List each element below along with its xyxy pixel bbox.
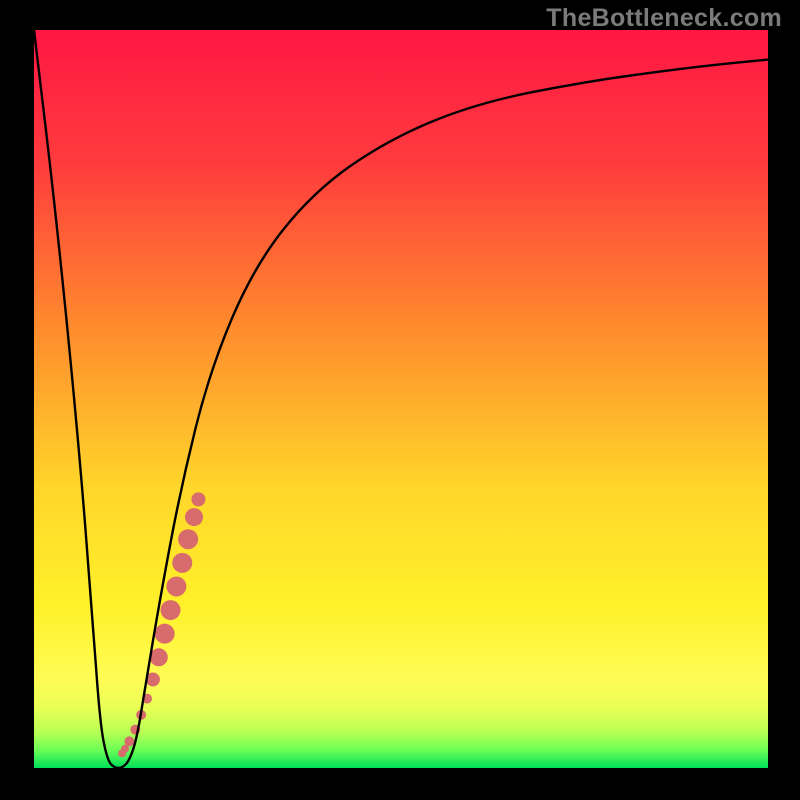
scatter-point (172, 553, 192, 573)
scatter-point (185, 508, 203, 526)
scatter-point (166, 576, 186, 596)
scatter-point (124, 736, 134, 746)
chart-canvas (0, 0, 800, 800)
watermark-text: TheBottleneck.com (546, 4, 782, 33)
bottleneck-chart: TheBottleneck.com (0, 0, 800, 800)
scatter-point (155, 624, 175, 644)
chart-gradient-background (34, 30, 768, 768)
scatter-point (161, 600, 181, 620)
scatter-point (191, 492, 205, 506)
scatter-point (150, 648, 168, 666)
scatter-point (178, 529, 198, 549)
